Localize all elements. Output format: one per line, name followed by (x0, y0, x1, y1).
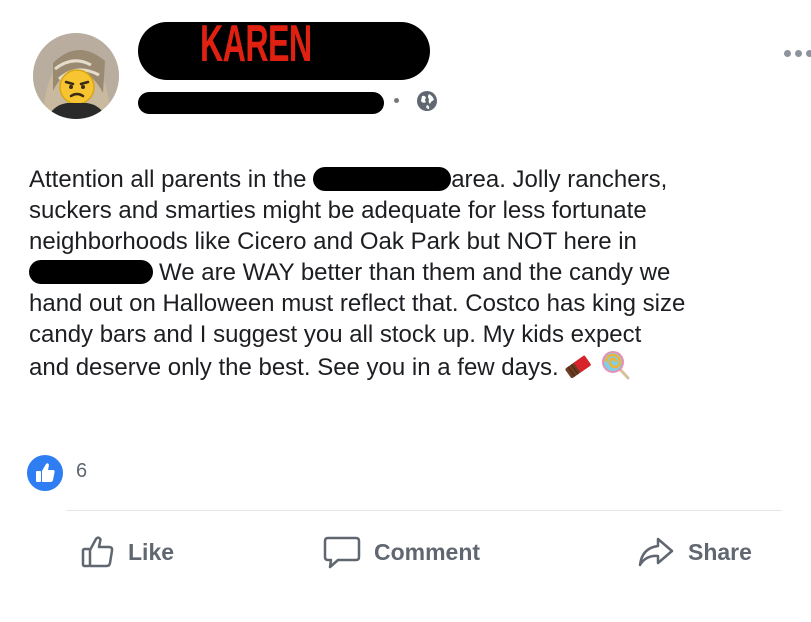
post-body: Attention all parents in the area. Jolly… (29, 164, 811, 381)
post-text-segment: We are WAY better than them and the cand… (159, 259, 671, 286)
post-line: Attention all parents in the area. Jolly… (29, 164, 811, 195)
like-button[interactable]: Like (80, 532, 174, 572)
lollipop-icon (601, 351, 630, 380)
share-label: Share (688, 538, 752, 565)
facebook-post: KAREN Attention all parents in the area.… (0, 0, 811, 622)
comment-button[interactable]: Comment (322, 532, 480, 572)
post-line: suckers and smarties might be adequate f… (29, 197, 647, 224)
share-arrow-icon (638, 537, 674, 567)
more-options-icon[interactable] (784, 50, 811, 57)
location-redaction (313, 167, 452, 191)
post-line: neighborhoods like Cicero and Oak Park b… (29, 228, 637, 255)
globe-icon[interactable] (416, 90, 438, 112)
post-line: hand out on Halloween must reflect that.… (29, 290, 686, 317)
chocolate-bar-icon (565, 355, 591, 379)
post-text-segment: and deserve only the best. See you in a … (29, 354, 559, 381)
author-name[interactable]: KAREN (200, 18, 312, 70)
thumbs-up-icon[interactable] (25, 453, 65, 493)
author-avatar[interactable] (33, 33, 119, 119)
like-label: Like (128, 538, 175, 565)
post-meta-redaction (138, 92, 384, 114)
post-line: and deserve only the best. See you in a … (29, 350, 811, 381)
reaction-count[interactable]: 6 (76, 460, 87, 483)
comment-label: Comment (374, 538, 481, 565)
divider (66, 510, 782, 511)
share-button[interactable]: Share (636, 532, 752, 572)
location-redaction (29, 260, 153, 284)
comment-icon (323, 536, 361, 569)
post-line: candy bars and I suggest you all stock u… (29, 321, 642, 348)
post-line: We are WAY better than them and the cand… (29, 257, 811, 288)
post-text-segment: Attention all parents in the (29, 166, 314, 193)
post-text-segment: area. Jolly ranchers, (451, 166, 668, 193)
meta-separator-dot (394, 98, 399, 103)
thumbs-up-outline-icon (81, 536, 114, 568)
